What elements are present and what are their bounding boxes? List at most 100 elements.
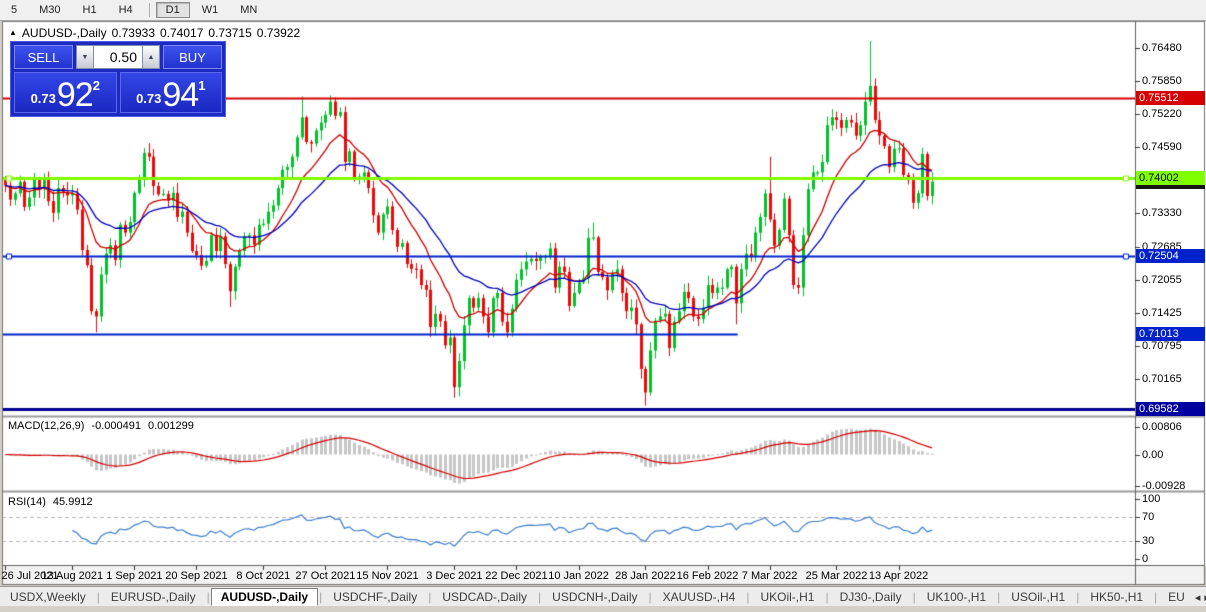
tab-separator: | xyxy=(648,590,652,604)
sell-price-pip: 2 xyxy=(92,78,100,93)
tab-hk50h1[interactable]: HK50-,H1 xyxy=(1080,589,1153,605)
rsi-label: RSI(14) 45.9912 xyxy=(8,496,93,508)
ohlc-close: 0.73922 xyxy=(256,26,301,40)
rsi-tick-label: 70 xyxy=(1142,510,1155,523)
tab-separator: | xyxy=(319,590,323,604)
trading-terminal-window: 5 M30 H1 H4 D1 W1 MN ▲ AUDUSD-,Daily 0.73933 0… xyxy=(0,0,1206,612)
date-tick-label: 13 Apr 2022 xyxy=(868,570,929,582)
date-tick-label: 13 Aug 2021 xyxy=(41,570,104,582)
rsi-tick-label: 30 xyxy=(1142,535,1155,548)
volume-up-icon[interactable]: ▲ xyxy=(142,45,160,69)
macd-tick-label: 0.00 xyxy=(1142,448,1164,461)
volume-down-icon[interactable]: ▼ xyxy=(76,45,94,69)
tab-scroll-arrows: ◂▸ xyxy=(1195,591,1206,604)
tab-separator: | xyxy=(825,590,829,604)
tab-audusddaily[interactable]: AUDUSD-,Daily xyxy=(210,588,319,606)
price-tick-label: 0.70165 xyxy=(1142,372,1182,385)
timeframe-toolbar: 5 M30 H1 H4 D1 W1 MN xyxy=(0,0,1206,21)
rsi-name: RSI(14) xyxy=(8,496,46,508)
tab-separator: | xyxy=(1154,590,1158,604)
price-level-chip: 0.74002 xyxy=(1136,170,1205,185)
price-tick-label: 0.72055 xyxy=(1142,273,1182,286)
tab-eu[interactable]: EU xyxy=(1158,589,1195,605)
date-tick-label: 16 Feb 2022 xyxy=(676,570,739,582)
buy-price-big: 94 xyxy=(162,76,199,115)
tab-usdchfdaily[interactable]: USDCHF-,Daily xyxy=(323,589,427,605)
macd-value: -0.000491 xyxy=(91,420,141,432)
date-tick-label: 8 Oct 2021 xyxy=(236,570,291,582)
timeframe-button-d1[interactable]: D1 xyxy=(155,2,190,18)
tab-dj30daily[interactable]: DJ30-,Daily xyxy=(830,589,912,605)
date-tick-label: 27 Oct 2021 xyxy=(295,570,356,582)
date-tick-label: 10 Jan 2022 xyxy=(548,570,609,582)
chart-symbol-label: AUDUSD-,Daily xyxy=(21,26,107,40)
tab-ukoilh1[interactable]: UKOil-,H1 xyxy=(750,589,824,605)
date-tick-label: 28 Jan 2022 xyxy=(615,570,676,582)
buy-price-pip: 1 xyxy=(198,78,206,93)
tab-separator: | xyxy=(96,590,100,604)
date-tick-label: 7 Mar 2022 xyxy=(741,570,798,582)
status-strip xyxy=(0,606,1206,612)
timeframe-button-h1[interactable]: H1 xyxy=(73,2,107,18)
symbol-marker-icon: ▲ xyxy=(9,28,17,37)
price-tick-label: 0.75220 xyxy=(1142,107,1182,120)
timeframe-button-m30[interactable]: M30 xyxy=(29,2,70,18)
price-tick-label: 0.74590 xyxy=(1142,140,1182,153)
rsi-value: 45.9912 xyxy=(52,496,93,508)
tab-xauusdh4[interactable]: XAUUSD-,H4 xyxy=(653,589,746,605)
tab-separator: | xyxy=(746,590,750,604)
toolbar-separator xyxy=(148,3,150,17)
timeframe-button-h4[interactable]: H4 xyxy=(109,2,143,18)
volume-stepper: ▼ 0.50 ▲ xyxy=(76,45,160,69)
macd-name: MACD(12,26,9) xyxy=(8,420,85,432)
timeframe-button-w1[interactable]: W1 xyxy=(192,2,229,18)
date-tick-label: 25 Mar 2022 xyxy=(805,570,868,582)
tab-scroll-left-icon[interactable]: ◂ xyxy=(1195,591,1201,604)
tab-uk100h1[interactable]: UK100-,H1 xyxy=(917,589,996,605)
rsi-tick-label: 100 xyxy=(1142,492,1161,505)
chart-title: ▲ AUDUSD-,Daily 0.73933 0.74017 0.73715 … xyxy=(9,26,300,40)
price-level-chip: 0.72504 xyxy=(1136,249,1205,264)
price-tick-label: 0.71425 xyxy=(1142,306,1182,319)
tab-usdxweekly[interactable]: USDX,Weekly xyxy=(0,589,96,605)
macd-signal-value: 0.001299 xyxy=(147,420,194,432)
tab-separator: | xyxy=(997,590,1001,604)
sell-button[interactable]: SELL xyxy=(14,45,73,69)
rsi-tick-label: 0 xyxy=(1142,553,1149,566)
macd-tick-label: -0.00928 xyxy=(1142,479,1186,492)
price-tick-label: 0.75850 xyxy=(1142,74,1182,87)
macd-tick-label: 0.00806 xyxy=(1142,421,1182,434)
macd-label: MACD(12,26,9) -0.000491 0.001299 xyxy=(8,420,194,432)
price-level-chip: 0.71013 xyxy=(1136,327,1205,342)
buy-button[interactable]: BUY xyxy=(163,45,222,69)
volume-field[interactable]: 0.50 xyxy=(94,45,142,69)
tab-eurusddaily[interactable]: EURUSD-,Daily xyxy=(101,589,206,605)
ohlc-high: 0.74017 xyxy=(160,26,204,40)
price-tick-label: 0.76480 xyxy=(1142,41,1182,54)
date-tick-label: 1 Sep 2021 xyxy=(106,570,163,582)
date-tick-label: 22 Dec 2021 xyxy=(485,570,548,582)
tab-usdcaddaily[interactable]: USDCAD-,Daily xyxy=(432,589,537,605)
price-level-chip: 0.75512 xyxy=(1136,91,1205,106)
timeframe-button-5[interactable]: 5 xyxy=(1,2,27,18)
price-level-chip: 0.69582 xyxy=(1136,402,1205,417)
price-tick-label: 0.73330 xyxy=(1142,206,1182,219)
ohlc-low: 0.73715 xyxy=(208,26,252,40)
buy-price[interactable]: 0.73 94 1 xyxy=(119,72,222,115)
date-tick-label: 20 Sep 2021 xyxy=(165,570,228,582)
tab-usdcnhdaily[interactable]: USDCNH-,Daily xyxy=(542,589,647,605)
tab-separator: | xyxy=(428,590,432,604)
tab-separator: | xyxy=(1076,590,1080,604)
tab-separator: | xyxy=(538,590,542,604)
tab-separator: | xyxy=(206,590,210,604)
sell-price[interactable]: 0.73 92 2 xyxy=(14,72,117,113)
price-tick-label: 0.70795 xyxy=(1142,339,1182,352)
buy-price-main: 0.73 xyxy=(136,91,162,106)
timeframe-button-mn[interactable]: MN xyxy=(230,2,267,18)
tab-usoilh1[interactable]: USOil-,H1 xyxy=(1001,589,1075,605)
tab-separator: | xyxy=(912,590,916,604)
ohlc-open: 0.73933 xyxy=(111,26,155,40)
one-click-trading-panel: SELL ▼ 0.50 ▲ BUY 0.73 92 2 0.73 94 1 xyxy=(10,41,226,117)
date-tick-label: 15 Nov 2021 xyxy=(356,570,419,582)
date-tick-label: 3 Dec 2021 xyxy=(426,570,483,582)
